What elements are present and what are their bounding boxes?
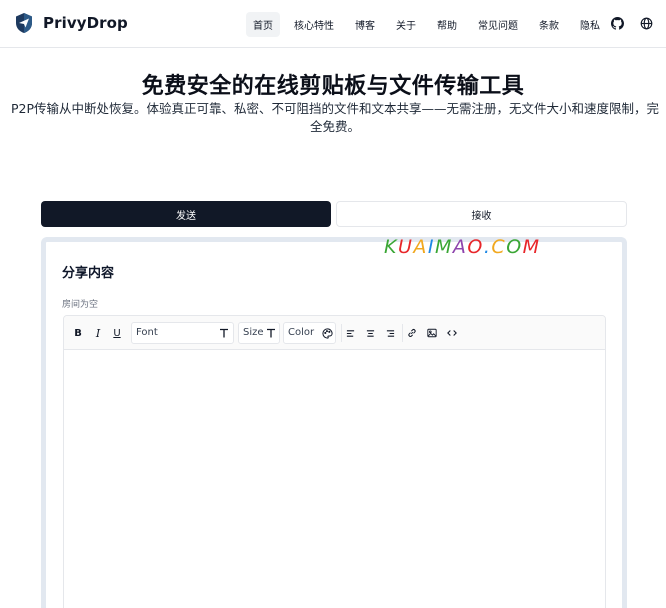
color-select-label: Color [288,327,315,338]
watermark-letter: M [435,236,453,258]
watermark-letter: A [413,236,428,258]
underline-icon[interactable]: U [111,325,123,341]
watermark-letter: O [467,236,484,258]
nav-item-features[interactable]: 核心特性 [287,12,341,37]
card-title: 分享内容 [62,266,115,281]
watermark-letter: I [427,236,435,258]
tab-receive[interactable]: 接收 [336,201,627,227]
font-select[interactable]: Font [131,322,234,344]
watermark-letter: U [397,236,414,258]
font-icon [217,326,231,340]
font-select-label: Font [136,327,158,338]
brand-name: PrivyDrop [43,14,128,32]
color-select[interactable]: Color [283,322,336,344]
editor-content-area[interactable] [64,351,605,608]
size-select-label: Size [243,327,264,338]
watermark-letter: O [506,236,523,258]
shield-logo-icon [16,13,32,33]
hero-title: 免费安全的在线剪贴板与文件传输工具 [141,74,525,99]
github-icon[interactable] [609,15,625,31]
tab-send[interactable]: 发送 [41,201,331,227]
room-status: 房间为空 [62,300,99,310]
toolbar-divider [341,324,342,342]
link-icon[interactable] [406,325,418,341]
nav-item-about[interactable]: 关于 [389,12,423,37]
size-icon [264,326,278,340]
nav-item-faq[interactable]: 常见问题 [471,12,525,37]
share-card: 分享内容 房间为空 B I U Font Size Color [41,237,627,608]
align-center-icon[interactable] [364,325,376,341]
watermark-letter: . [483,236,492,258]
toolbar-divider [402,324,403,342]
watermark: KUAIMAO.COM [384,236,541,258]
nav-item-blog[interactable]: 博客 [348,12,382,37]
italic-icon[interactable]: I [92,325,104,341]
hero-subtitle: P2P传输从中断处恢复。体验真正可靠、私密、不可阻挡的文件和文本共享——无需注册… [10,101,660,134]
nav-item-home[interactable]: 首页 [246,12,280,37]
watermark-letter: A [452,236,468,258]
bold-icon[interactable]: B [72,325,84,341]
nav-item-privacy[interactable]: 隐私 [573,12,607,37]
align-right-icon[interactable] [384,325,396,341]
editor-toolbar: B I U Font Size Color [64,316,605,350]
watermark-letter: C [491,236,507,258]
brand[interactable]: PrivyDrop [14,12,128,34]
site-header: PrivyDrop 首页 核心特性 博客 关于 帮助 常见问题 条款 隐私 [0,0,666,48]
globe-icon[interactable] [638,15,654,31]
nav-item-terms[interactable]: 条款 [532,12,566,37]
image-icon[interactable] [426,325,438,341]
watermark-letter: M [522,236,541,258]
watermark-letter: K [384,236,398,258]
code-icon[interactable] [446,325,458,341]
main-nav: 首页 核心特性 博客 关于 帮助 常见问题 条款 隐私 [246,12,614,37]
size-select[interactable]: Size [238,322,280,344]
nav-item-help[interactable]: 帮助 [430,12,464,37]
palette-icon [320,326,334,340]
align-left-icon[interactable] [344,325,356,341]
rich-text-editor: B I U Font Size Color [63,315,606,608]
